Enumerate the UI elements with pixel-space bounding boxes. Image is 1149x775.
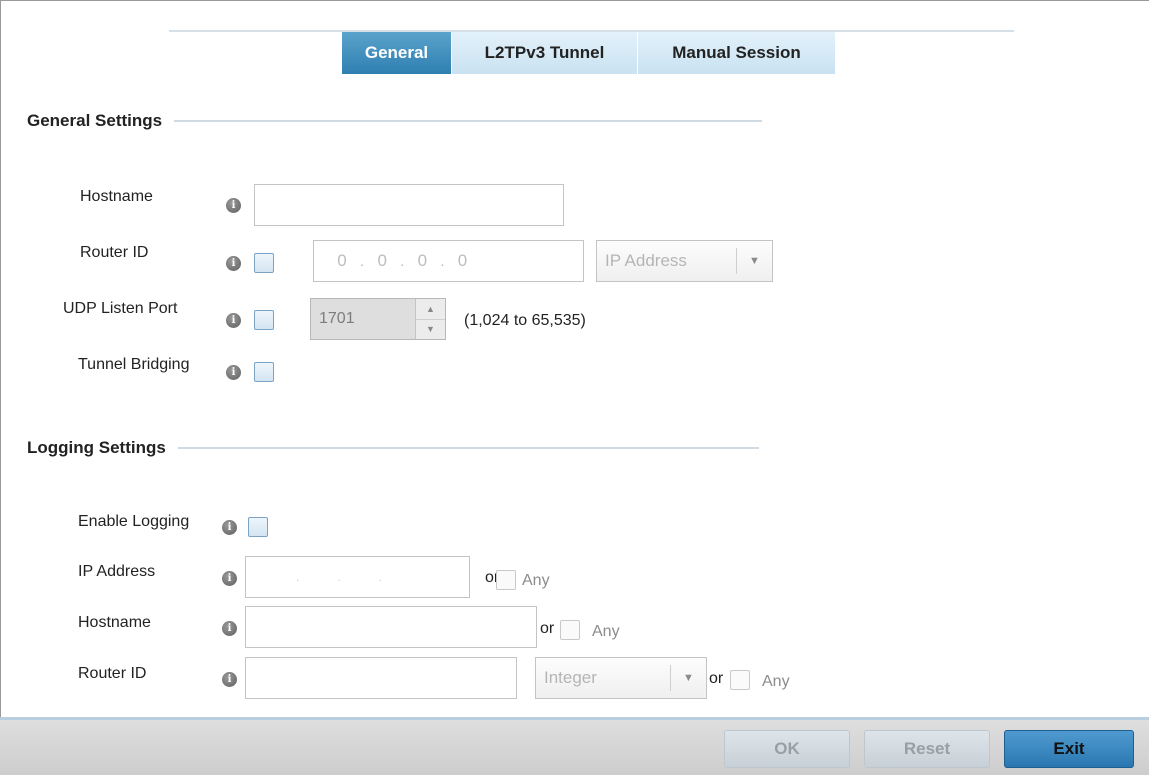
tab-bar: General L2TPv3 Tunnel Manual Session [342, 32, 836, 74]
spin-up-icon[interactable]: ▲ [416, 299, 445, 319]
router-id-label: Router ID [80, 244, 149, 261]
logging-router-id-any-checkbox[interactable] [730, 670, 750, 690]
logging-hostname-input[interactable] [245, 606, 537, 648]
info-icon[interactable]: i [222, 520, 237, 535]
ip-octet-1: 0 [337, 251, 347, 270]
logging-settings-title: Logging Settings [27, 438, 166, 457]
logging-ip-address-input[interactable]: ... [245, 556, 470, 598]
reset-button[interactable]: Reset [864, 730, 990, 768]
logging-ip-any-checkbox[interactable] [496, 570, 516, 590]
any-text: Any [592, 623, 620, 640]
section-divider [174, 120, 763, 122]
udp-listen-port-stepper[interactable]: 1701 ▲ ▼ [310, 298, 446, 340]
logging-hostname-label: Hostname [78, 614, 151, 631]
router-id-ip-input[interactable]: 0. 0. 0. 0 [313, 240, 584, 282]
chevron-down-icon: ▼ [670, 665, 706, 691]
or-text: or [709, 670, 724, 687]
info-icon[interactable]: i [222, 621, 237, 636]
info-icon[interactable]: i [226, 313, 241, 328]
ip-octet-2: 0 [377, 251, 387, 270]
logging-router-id-type-select[interactable]: Integer ▼ [535, 657, 707, 699]
enable-logging-label: Enable Logging [78, 513, 190, 530]
logging-router-id-label: Router ID [78, 665, 147, 682]
logging-hostname-any-checkbox[interactable] [560, 620, 580, 640]
udp-listen-port-checkbox[interactable] [254, 310, 274, 330]
logging-settings-header: Logging Settings [27, 438, 759, 458]
tunnel-bridging-label: Tunnel Bridging [78, 356, 190, 373]
any-text: Any [762, 673, 790, 690]
ok-button[interactable]: OK [724, 730, 850, 768]
ip-octet-3: 0 [417, 251, 428, 270]
router-id-type-value: IP Address [605, 251, 687, 270]
any-text: Any [522, 572, 550, 589]
info-icon[interactable]: i [226, 198, 241, 213]
enable-logging-checkbox[interactable] [248, 517, 268, 537]
info-icon[interactable]: i [226, 365, 241, 380]
router-id-checkbox[interactable] [254, 253, 274, 273]
logging-router-id-input[interactable] [245, 657, 517, 699]
footer-bar: OK Reset Exit [0, 717, 1149, 775]
chevron-down-icon: ▼ [736, 248, 772, 274]
exit-button[interactable]: Exit [1004, 730, 1134, 768]
info-icon[interactable]: i [222, 571, 237, 586]
hostname-input[interactable] [254, 184, 564, 226]
tunnel-bridging-checkbox[interactable] [254, 362, 274, 382]
ip-placeholder-dots: ... [296, 570, 421, 584]
info-icon[interactable]: i [226, 256, 241, 271]
udp-listen-port-value: 1701 [319, 310, 355, 327]
logging-router-id-type-value: Integer [544, 668, 597, 687]
hostname-label: Hostname [80, 188, 153, 205]
info-icon[interactable]: i [222, 672, 237, 687]
general-settings-title: General Settings [27, 111, 163, 130]
router-id-type-select[interactable]: IP Address ▼ [596, 240, 773, 282]
general-settings-header: General Settings [27, 111, 763, 131]
logging-ip-address-label: IP Address [78, 563, 156, 580]
udp-range-hint: (1,024 to 65,535) [464, 312, 586, 329]
tab-general[interactable]: General [342, 32, 452, 74]
section-divider [177, 447, 759, 449]
udp-listen-port-label: UDP Listen Port [63, 300, 178, 317]
tab-manual-session[interactable]: Manual Session [638, 32, 836, 74]
ip-octet-4: 0 [457, 251, 468, 270]
tab-l2tpv3-tunnel[interactable]: L2TPv3 Tunnel [452, 32, 638, 74]
spin-down-icon[interactable]: ▼ [416, 318, 445, 340]
or-text: or [540, 620, 555, 637]
